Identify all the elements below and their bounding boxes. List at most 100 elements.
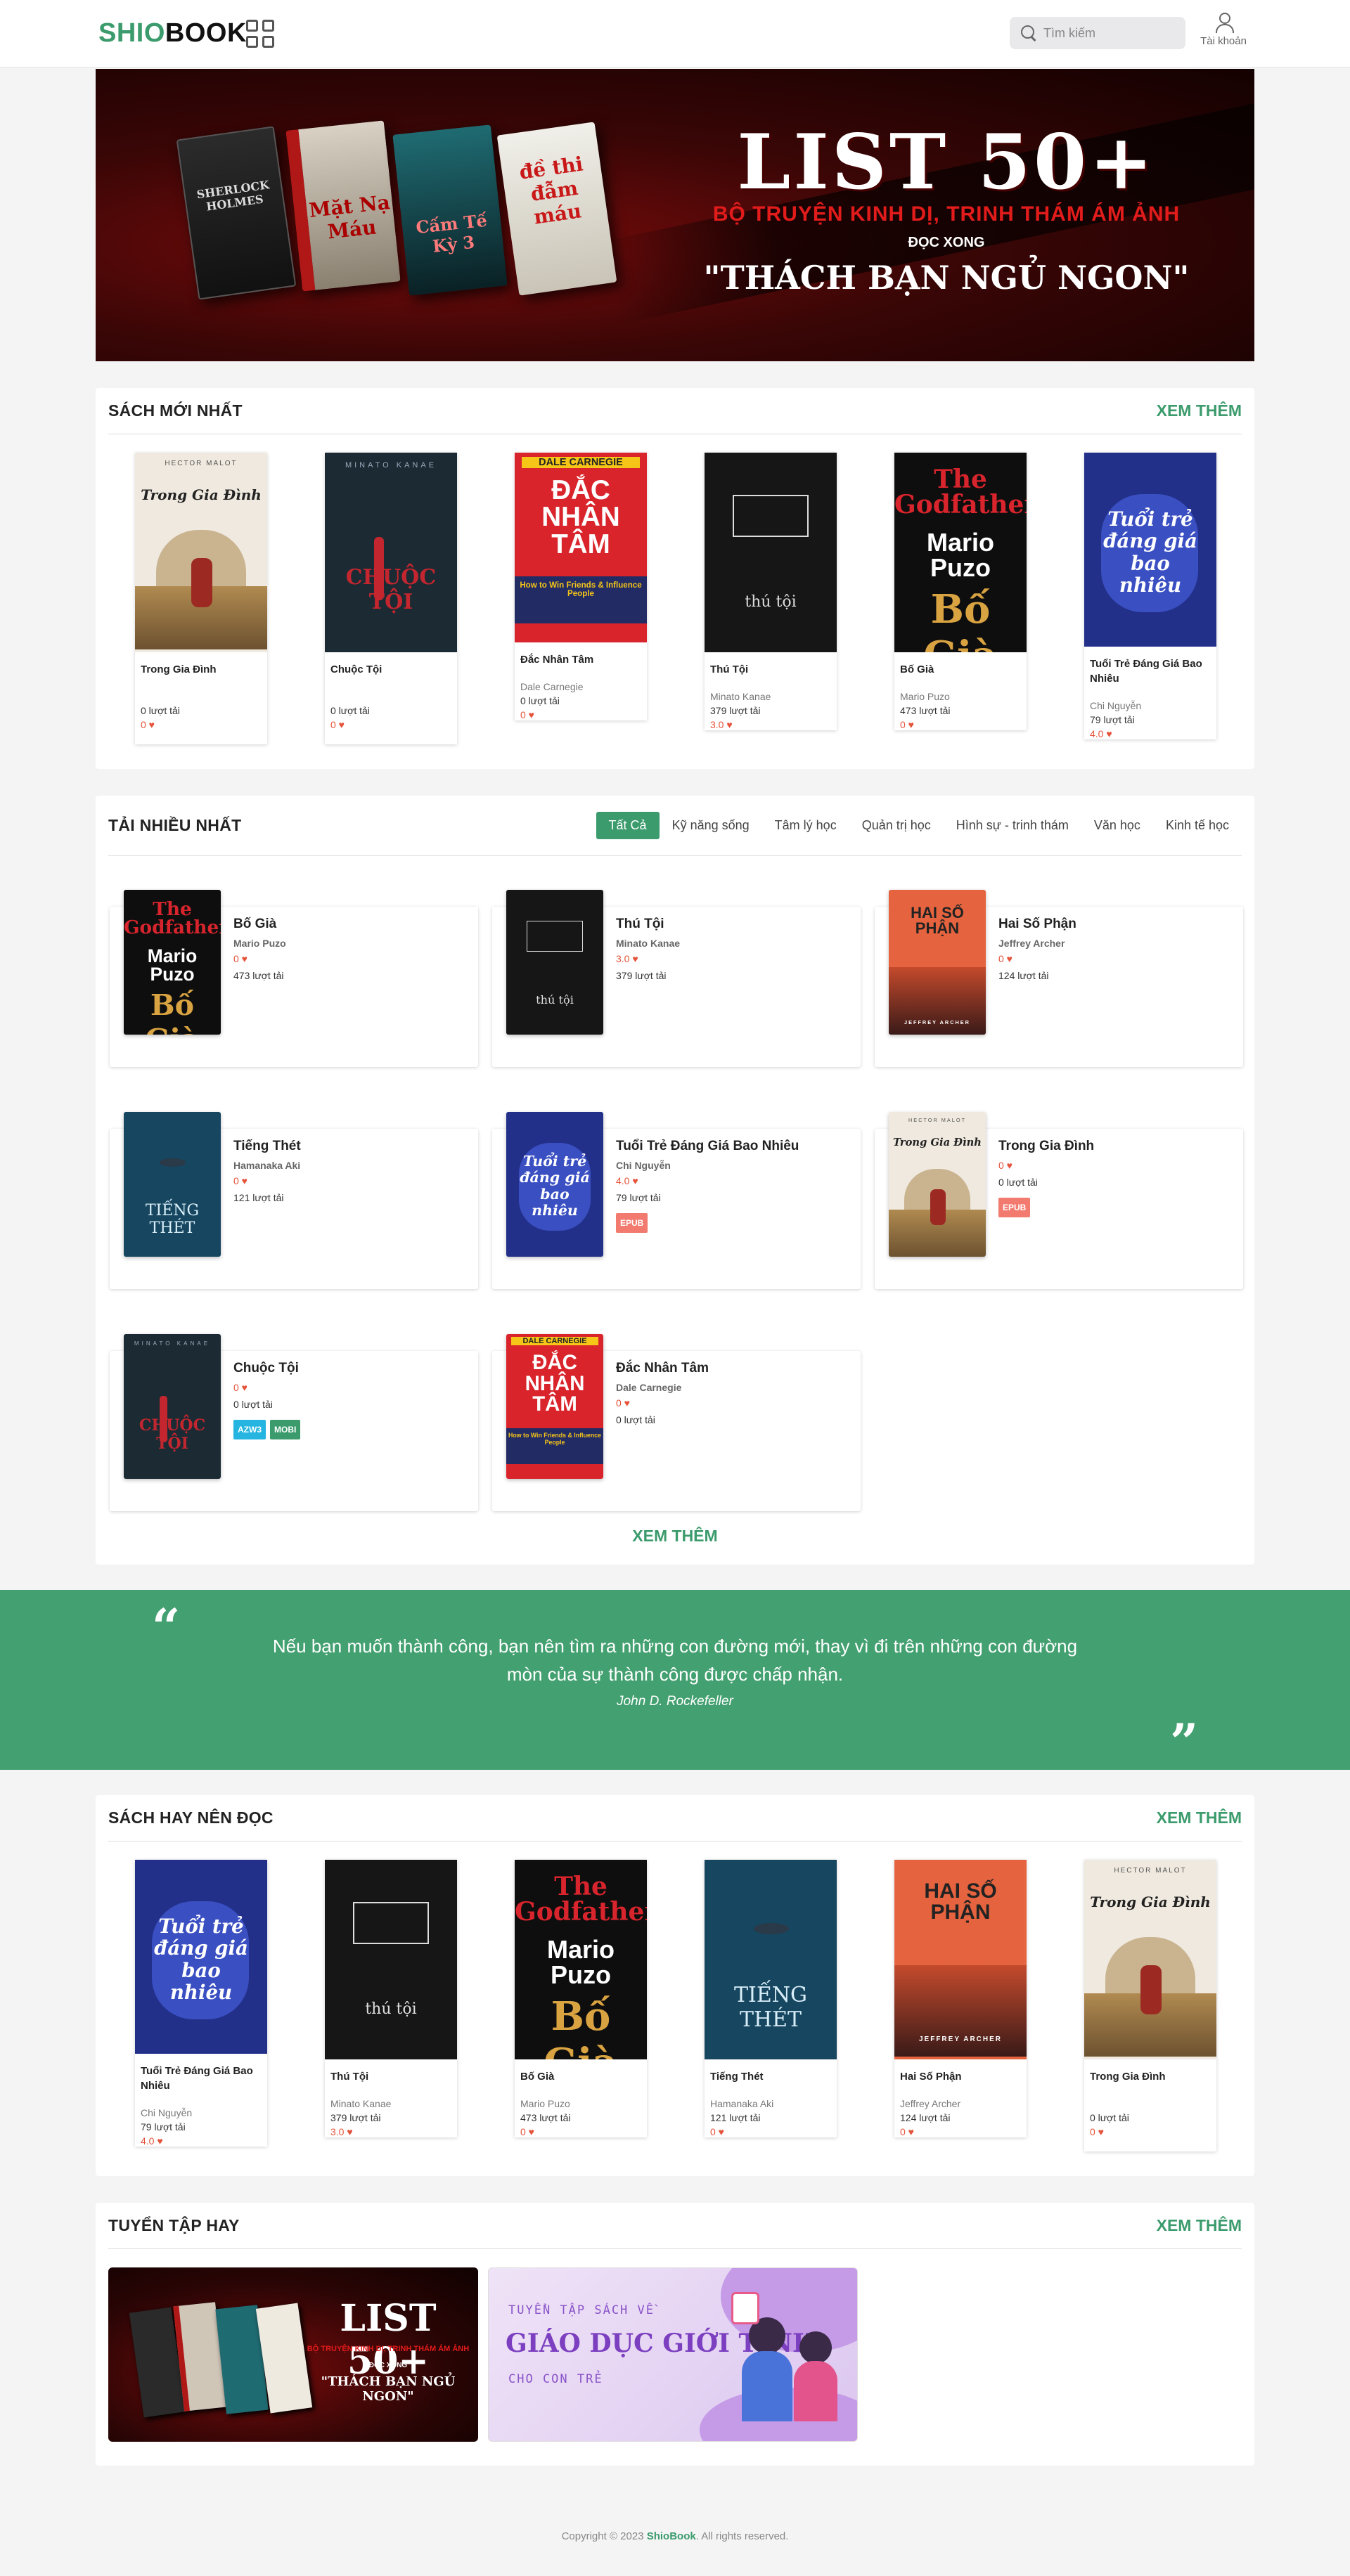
book-cover-image[interactable]: The Godfather Mario PuzoBố Già xyxy=(894,453,1027,652)
book-title[interactable]: Trong Gia Đình xyxy=(141,662,262,677)
book-title[interactable]: Hai Số Phận xyxy=(998,917,1076,932)
book-cover-image[interactable]: Tuổi trẻ đáng giá bao nhiêu xyxy=(1084,453,1216,647)
collection-horror-list[interactable]: LIST 50+ BỘ TRUYỆN KINH DỊ, TRINH THÁM Á… xyxy=(108,2267,478,2442)
book-title[interactable]: Đắc Nhân Tâm xyxy=(616,1361,709,1376)
category-tab[interactable]: Tâm lý học xyxy=(762,812,849,839)
book-card[interactable]: DALE CARNEGIE ĐẮC NHÂN TÂM How to Win Frie… xyxy=(492,1334,861,1511)
book-cover-image[interactable]: Tuổi trẻ đáng giá bao nhiêu xyxy=(506,1112,603,1257)
book-title[interactable]: Bố Già xyxy=(900,662,1021,677)
book-card[interactable]: HAI SỐ PHẬN JEFFREY ARCHER Hai Số Phận Jeff… xyxy=(875,890,1243,1067)
see-more-link[interactable]: XEM THÊM xyxy=(1157,2216,1242,2235)
search-box[interactable] xyxy=(1010,17,1185,49)
book-cover[interactable]: thú tội xyxy=(506,890,603,1035)
book-card[interactable]: Tuổi trẻ đáng giá bao nhiêu Tuổi Trẻ Đáng… xyxy=(492,1112,861,1289)
book-card[interactable]: HECTOR MALOT Trong Gia Đình Trong Gia Đình… xyxy=(135,453,267,744)
book-card[interactable]: thú tội Thú Tội Minato Kanae 379 lượt tải 3.… xyxy=(705,453,837,730)
book-cover[interactable]: DALE CARNEGIE ĐẮC NHÂN TÂM How to Win Frie… xyxy=(515,453,647,642)
book-card[interactable]: The GodfatherMario PuzoBố GiàBố GiàMario… xyxy=(110,890,478,1067)
book-cover[interactable]: HECTOR MALOT Trong Gia Đình xyxy=(1084,1860,1216,2059)
format-badge[interactable]: EPUB xyxy=(998,1198,1031,1217)
book-cover[interactable]: thú tội xyxy=(705,453,837,652)
category-grid-icon[interactable] xyxy=(246,20,274,48)
book-cover-image[interactable]: HECTOR MALOT Trong Gia Đình xyxy=(1084,1860,1216,2059)
category-tab[interactable]: Kinh tế học xyxy=(1153,812,1242,839)
book-cover[interactable]: The Godfather Mario PuzoBố Già xyxy=(124,890,221,1035)
book-cover[interactable]: HAI SỐ PHẬN JEFFREY ARCHER xyxy=(894,1860,1027,2059)
book-cover-image[interactable]: HAI SỐ PHẬN JEFFREY ARCHER xyxy=(889,890,986,1035)
book-cover[interactable]: Tuổi trẻ đáng giá bao nhiêu xyxy=(135,1860,267,2054)
book-title[interactable]: Thú Tội xyxy=(710,662,831,677)
book-card[interactable]: The GodfatherMario PuzoBố GiàBố GiàMario… xyxy=(515,1860,647,2137)
category-tab[interactable]: Hình sự - trinh thám xyxy=(944,812,1081,839)
search-input[interactable] xyxy=(1043,25,1177,41)
book-cover-image[interactable]: TIẾNG THÉT xyxy=(124,1112,221,1257)
collection-sex-education[interactable]: TUYỂN TẬP SÁCH VỀ GIÁO DỤC GIỚI TÍNH CHO… xyxy=(488,2267,858,2442)
book-cover[interactable]: MINATO KANAE CHUỘC TỘI xyxy=(124,1334,221,1479)
book-card[interactable]: HECTOR MALOT Trong Gia Đình Trong Gia Đình… xyxy=(875,1112,1243,1289)
book-cover-image[interactable]: MINATO KANAE CHUỘC TỘI xyxy=(124,1334,221,1479)
search-icon[interactable] xyxy=(1021,25,1036,41)
book-title[interactable]: Bố Già xyxy=(233,917,276,932)
book-title[interactable]: Trong Gia Đình xyxy=(998,1139,1094,1154)
category-tab[interactable]: Quản trị học xyxy=(849,812,944,839)
category-tab[interactable]: Tất Cả xyxy=(596,812,660,839)
book-cover[interactable]: TIẾNG THÉT xyxy=(124,1112,221,1257)
book-title[interactable]: Tuổi Trẻ Đáng Giá Bao Nhiêu xyxy=(616,1139,799,1154)
book-cover-image[interactable]: The Godfather Mario PuzoBố Già xyxy=(515,1860,647,2059)
hero-banner[interactable]: SHERLOCK HOLMES Mặt Nạ Máu Cấm Tế Kỳ 3 đ… xyxy=(96,69,1254,361)
book-cover[interactable]: The Godfather Mario PuzoBố Già xyxy=(515,1860,647,2059)
book-cover-image[interactable]: thú tội xyxy=(325,1860,457,2059)
book-cover[interactable]: HAI SỐ PHẬN JEFFREY ARCHER xyxy=(889,890,986,1035)
book-title[interactable]: Tiếng Thét xyxy=(710,2069,831,2084)
book-cover-image[interactable]: TIẾNG THÉT xyxy=(705,1860,837,2059)
book-card[interactable]: MINATO KANAE CHUỘC TỘI Chuộc Tội 0 lượt tải… xyxy=(325,453,457,744)
book-title[interactable]: Chuộc Tội xyxy=(233,1361,299,1376)
book-cover[interactable]: The Godfather Mario PuzoBố Già xyxy=(894,453,1027,652)
book-cover[interactable]: TIẾNG THÉT xyxy=(705,1860,837,2059)
book-card[interactable]: Tuổi trẻ đáng giá bao nhiêu Tuổi Trẻ Đáng… xyxy=(1084,453,1216,739)
book-card[interactable]: TIẾNG THÉT Tiếng Thét Hamanaka Aki 121 lượt… xyxy=(705,1860,837,2137)
book-card[interactable]: HECTOR MALOT Trong Gia Đình Trong Gia Đình… xyxy=(1084,1860,1216,2151)
book-title[interactable]: Tuổi Trẻ Đáng Giá Bao Nhiêu xyxy=(1090,656,1211,686)
account-button[interactable]: Tài khoản xyxy=(1195,11,1252,47)
book-cover[interactable]: HECTOR MALOT Trong Gia Đình xyxy=(135,453,267,652)
book-cover[interactable]: HECTOR MALOT Trong Gia Đình xyxy=(889,1112,986,1257)
book-card[interactable]: HAI SỐ PHẬN JEFFREY ARCHER Hai Số Phận Jeff… xyxy=(894,1860,1027,2137)
book-cover[interactable]: thú tội xyxy=(325,1860,457,2059)
book-cover[interactable]: Tuổi trẻ đáng giá bao nhiêu xyxy=(1084,453,1216,647)
book-card[interactable]: MINATO KANAE CHUỘC TỘI Chuộc Tội 0 ♥ 0 lượt … xyxy=(110,1334,478,1511)
book-title[interactable]: Thú Tội xyxy=(616,917,664,932)
book-cover[interactable]: DALE CARNEGIE ĐẮC NHÂN TÂM How to Win Frie… xyxy=(506,1334,603,1479)
book-cover-image[interactable]: thú tội xyxy=(705,453,837,652)
book-card[interactable]: DALE CARNEGIE ĐẮC NHÂN TÂM How to Win Frie… xyxy=(515,453,647,720)
book-title[interactable]: Tiếng Thét xyxy=(233,1139,301,1154)
format-badge[interactable]: EPUB xyxy=(616,1213,648,1233)
book-title[interactable]: Chuộc Tội xyxy=(330,662,451,677)
format-badge[interactable]: MOBI xyxy=(270,1420,301,1439)
book-title[interactable]: Thú Tội xyxy=(330,2069,451,2084)
book-cover-image[interactable]: DALE CARNEGIE ĐẮC NHÂN TÂM How to Win Frie… xyxy=(515,453,647,642)
book-card[interactable]: thú tội Thú Tội Minato Kanae 3.0 ♥ 379 lượt … xyxy=(492,890,861,1067)
format-badge[interactable]: AZW3 xyxy=(233,1420,266,1439)
book-card[interactable]: TIẾNG THÉT Tiếng Thét Hamanaka Aki 0 ♥ 121 l… xyxy=(110,1112,478,1289)
book-title[interactable]: Trong Gia Đình xyxy=(1090,2069,1211,2084)
book-cover[interactable]: Tuổi trẻ đáng giá bao nhiêu xyxy=(506,1112,603,1257)
book-title[interactable]: Đắc Nhân Tâm xyxy=(520,652,641,667)
book-cover-image[interactable]: HECTOR MALOT Trong Gia Đình xyxy=(135,453,267,652)
book-title[interactable]: Tuổi Trẻ Đáng Giá Bao Nhiêu xyxy=(141,2064,262,2093)
book-cover-image[interactable]: The Godfather Mario PuzoBố Già xyxy=(124,890,221,1035)
book-cover[interactable]: MINATO KANAE CHUỘC TỘI xyxy=(325,453,457,652)
book-title[interactable]: Hai Số Phận xyxy=(900,2069,1021,2084)
book-card[interactable]: Tuổi trẻ đáng giá bao nhiêu Tuổi Trẻ Đáng… xyxy=(135,1860,267,2147)
see-more-link[interactable]: XEM THÊM xyxy=(96,1527,1254,1546)
book-card[interactable]: thú tội Thú Tội Minato Kanae 379 lượt tải 3.… xyxy=(325,1860,457,2137)
logo[interactable]: SHIOBOOK xyxy=(98,18,247,48)
book-cover-image[interactable]: HECTOR MALOT Trong Gia Đình xyxy=(889,1112,986,1257)
see-more-link[interactable]: XEM THÊM xyxy=(1157,1808,1242,1827)
category-tab[interactable]: Văn học xyxy=(1081,812,1153,839)
category-tab[interactable]: Kỹ năng sống xyxy=(660,812,762,839)
book-cover-image[interactable]: thú tội xyxy=(506,890,603,1035)
book-title[interactable]: Bố Già xyxy=(520,2069,641,2084)
book-card[interactable]: The GodfatherMario PuzoBố GiàBố GiàMario… xyxy=(894,453,1027,730)
book-cover-image[interactable]: Tuổi trẻ đáng giá bao nhiêu xyxy=(135,1860,267,2054)
